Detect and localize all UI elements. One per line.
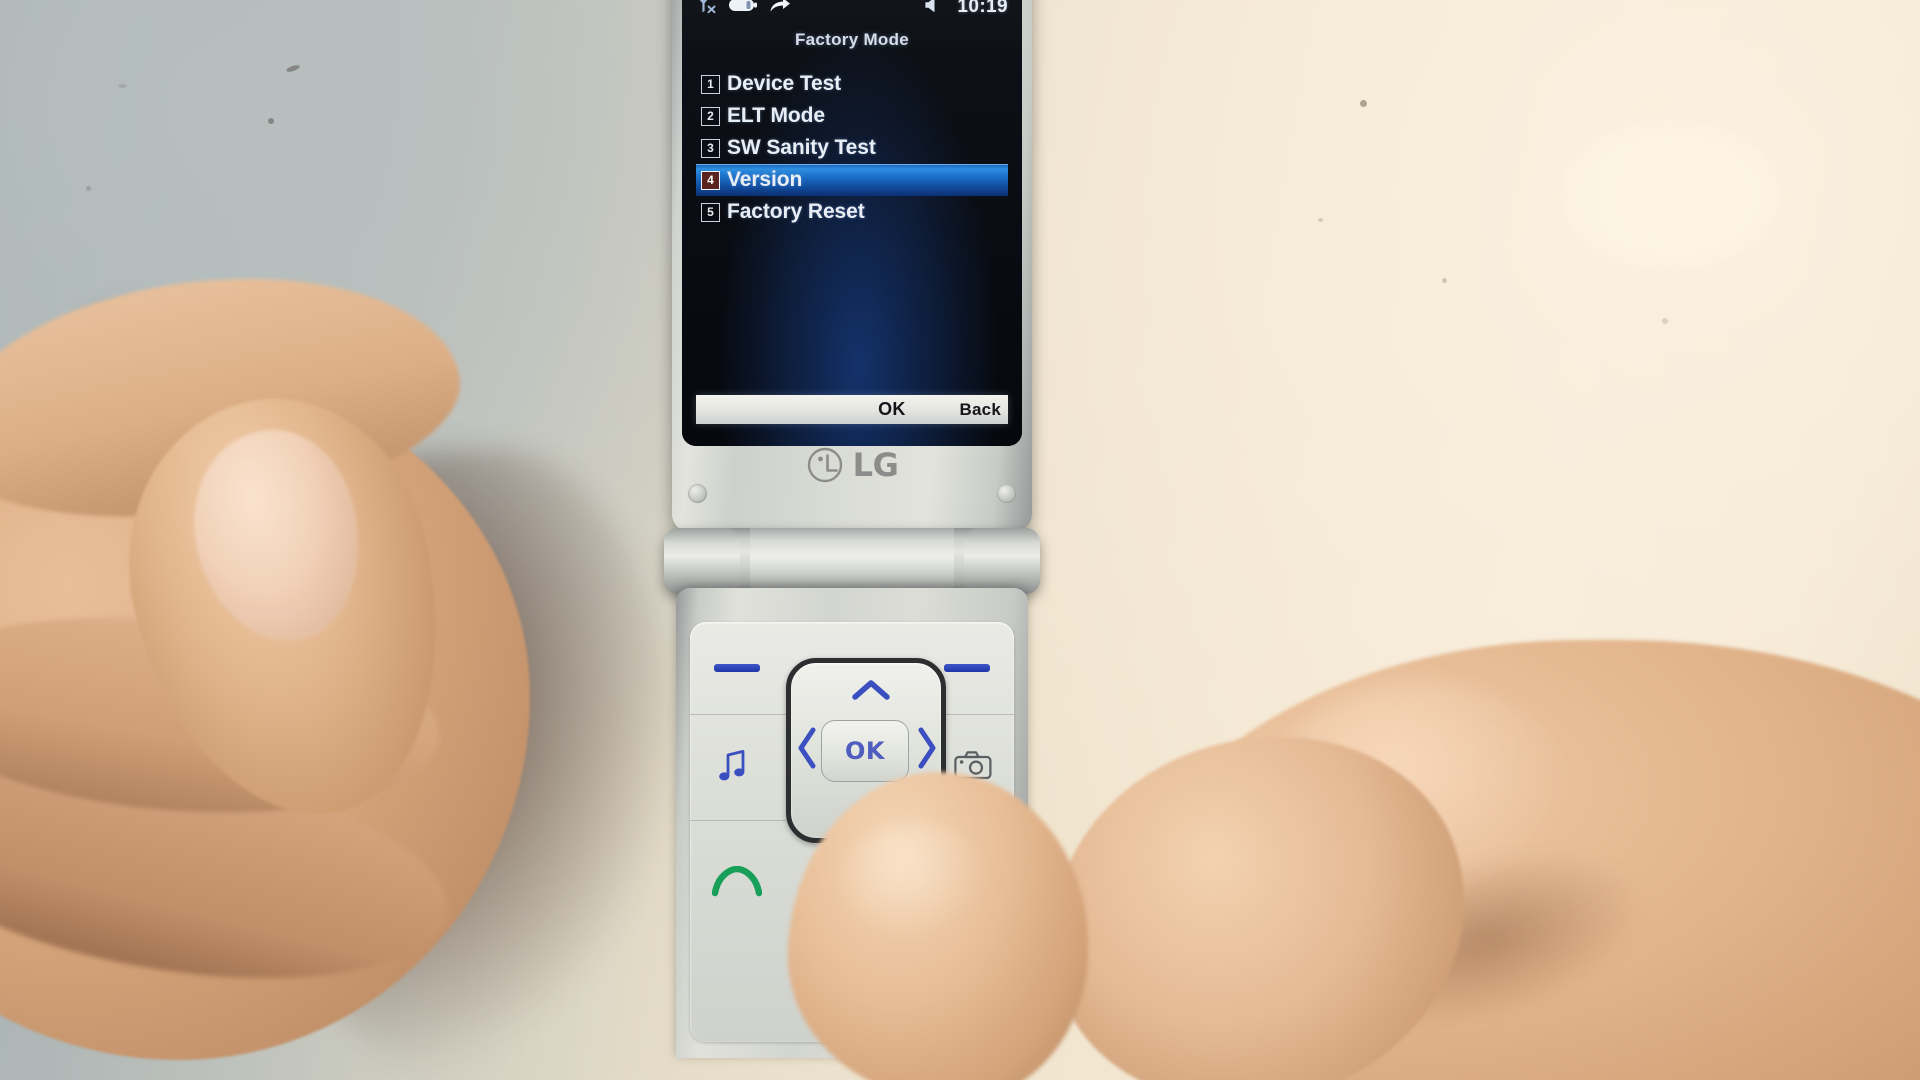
photo-scene: 10:19 Factory Mode 1 Device Test 2 ELT M… xyxy=(0,0,1920,1080)
menu-item-device-test[interactable]: 1 Device Test xyxy=(696,68,1008,100)
menu-item-sw-sanity-test[interactable]: 3 SW Sanity Test xyxy=(696,132,1008,164)
left-hand xyxy=(0,150,720,1080)
lg-brand-logo: LG xyxy=(672,446,1032,484)
menu-item-factory-reset[interactable]: 5 Factory Reset xyxy=(696,196,1008,228)
menu-item-version[interactable]: 4 Version xyxy=(696,164,1008,196)
phone-hinge xyxy=(664,528,1040,594)
phone-upper-shell: 10:19 Factory Mode 1 Device Test 2 ELT M… xyxy=(672,0,1032,532)
volume-speaker-icon xyxy=(923,0,943,20)
menu-item-number: 1 xyxy=(701,74,720,94)
softkey-back[interactable]: Back xyxy=(960,400,1001,420)
menu-item-number: 5 xyxy=(701,202,720,222)
menu-item-label: Version xyxy=(727,168,803,191)
keypad-plate: OK xyxy=(690,622,1088,1080)
pressing-thumb-highlight xyxy=(840,822,990,942)
menu-item-number: 2 xyxy=(701,106,720,126)
dpad-left[interactable] xyxy=(796,726,818,775)
signal-no-service-icon xyxy=(696,0,718,20)
right-hand xyxy=(1004,560,1920,1080)
bezel-stud-right xyxy=(997,484,1016,503)
status-clock: 10:19 xyxy=(957,0,1008,17)
dpad-right[interactable] xyxy=(916,726,938,775)
dpad-up[interactable] xyxy=(851,678,891,707)
call-handset-icon xyxy=(711,865,763,904)
right-softkey[interactable] xyxy=(944,664,990,672)
dpad-ok-button[interactable]: OK xyxy=(821,720,909,782)
factory-mode-menu: 1 Device Test 2 ELT Mode 3 SW Sanity Tes… xyxy=(696,68,1008,228)
lg-flip-phone: 10:19 Factory Mode 1 Device Test 2 ELT M… xyxy=(664,0,1088,1080)
music-note-icon xyxy=(716,750,750,788)
music-key[interactable] xyxy=(716,746,750,789)
menu-item-elt-mode[interactable]: 2 ELT Mode xyxy=(696,100,1008,132)
call-forward-icon xyxy=(768,0,792,20)
status-bar: 10:19 xyxy=(696,0,1008,20)
left-softkey[interactable] xyxy=(714,664,760,672)
screen-title: Factory Mode xyxy=(794,30,910,49)
menu-item-label: SW Sanity Test xyxy=(727,136,876,159)
lg-wordmark: LG xyxy=(852,446,899,484)
phone-lower-shell: OK xyxy=(676,588,1088,1080)
battery-icon xyxy=(728,0,758,19)
menu-item-number: 3 xyxy=(701,138,720,158)
menu-item-number: 4 xyxy=(701,170,720,190)
softkey-ok[interactable]: OK xyxy=(878,399,905,420)
lg-circle-logo xyxy=(806,446,844,484)
menu-item-label: ELT Mode xyxy=(727,104,825,127)
phone-screen[interactable]: 10:19 Factory Mode 1 Device Test 2 ELT M… xyxy=(682,0,1022,446)
menu-item-label: Device Test xyxy=(727,72,842,95)
call-key[interactable] xyxy=(711,865,763,905)
softkey-bar: OK Back xyxy=(696,395,1008,424)
dpad-ok-label: OK xyxy=(845,737,885,765)
bezel-stud-left xyxy=(688,484,707,503)
menu-item-label: Factory Reset xyxy=(727,200,865,223)
